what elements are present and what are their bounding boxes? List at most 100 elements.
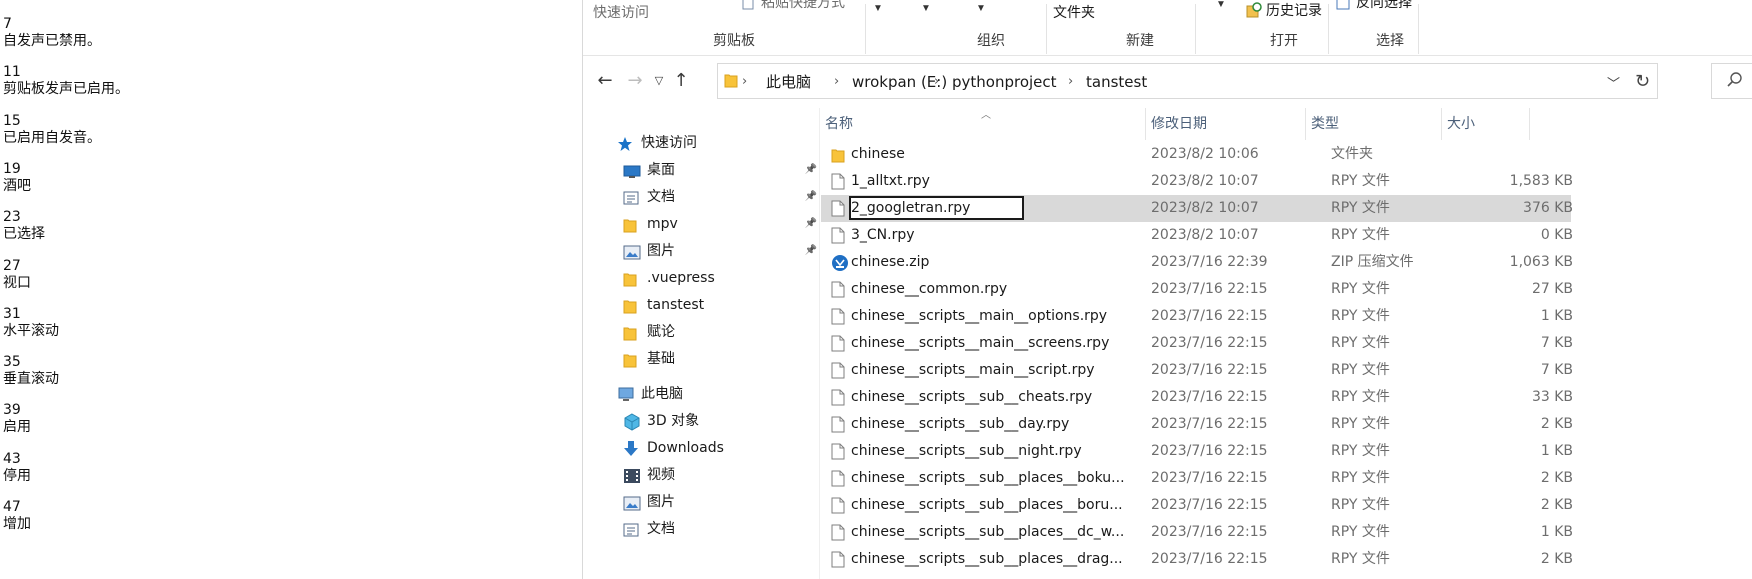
- pin-icon[interactable]: 📌: [803, 211, 819, 237]
- breadcrumb-item[interactable]: 此电脑: [766, 73, 811, 91]
- file-modified-date: 2023/7/16 22:15: [1151, 442, 1268, 459]
- address-bar[interactable]: › 此电脑 › wrokpan (E:) › pythonproject › tanstes…: [717, 63, 1629, 99]
- nav-item-label: .vuepress: [647, 270, 715, 286]
- paste-shortcut-button[interactable]: 粘贴快捷方式: [761, 0, 845, 12]
- nav-item[interactable]: 视频: [583, 462, 819, 488]
- new-item-dropdown-icon[interactable]: ▼: [1216, 0, 1226, 11]
- text-entry: 31 水平滚动: [3, 306, 59, 340]
- column-header-date[interactable]: 修改日期: [1151, 108, 1301, 140]
- file-row[interactable]: 2_googletran.rpy 2023/8/2 10:07 RPY 文件 376 …: [821, 194, 1573, 222]
- file-row[interactable]: chinese__scripts__sub__places__dc_w... 20…: [821, 519, 1573, 546]
- text-entry: 11 剪贴板发声已启用。: [3, 64, 129, 98]
- copy-to-dropdown-icon[interactable]: ▼: [921, 3, 931, 15]
- file-row[interactable]: chinese__scripts__main__screens.rpy 2023/…: [821, 330, 1573, 357]
- search-input[interactable]: [1711, 63, 1752, 99]
- quick-access-button[interactable]: 快速访问: [593, 4, 649, 22]
- file-type: RPY 文件: [1331, 334, 1390, 351]
- pin-icon[interactable]: 📌: [803, 238, 819, 264]
- file-size: 2 KB: [1540, 415, 1573, 432]
- file-name[interactable]: chinese__scripts__main__options.rpy: [851, 303, 1141, 330]
- file-name[interactable]: chinese__scripts__sub__cheats.rpy: [851, 384, 1141, 411]
- nav-item[interactable]: 此电脑: [583, 381, 819, 407]
- file-modified-date: 2023/7/16 22:15: [1151, 415, 1268, 432]
- address-history-chevron-icon[interactable]: ﹀: [1607, 73, 1620, 92]
- file-row[interactable]: chinese__scripts__sub__cheats.rpy 2023/7/…: [821, 384, 1573, 411]
- breadcrumb-separator-icon[interactable]: ›: [1068, 73, 1073, 91]
- folder-icon: [724, 72, 738, 93]
- file-name[interactable]: chinese__scripts__sub__day.rpy: [851, 411, 1141, 438]
- file-row[interactable]: chinese.zip 2023/7/16 22:39 ZIP 压缩文件 1,063 …: [821, 249, 1573, 276]
- file-name[interactable]: chinese.zip: [851, 249, 1141, 276]
- nav-item[interactable]: 文档: [583, 516, 819, 542]
- up-arrow-icon[interactable]: ↑: [669, 69, 693, 93]
- column-divider[interactable]: [1305, 108, 1306, 140]
- file-name[interactable]: chinese__common.rpy: [851, 276, 1141, 303]
- breadcrumb-separator-icon[interactable]: ›: [834, 73, 839, 91]
- file-name[interactable]: 1_alltxt.rpy: [851, 168, 1141, 195]
- invert-selection-button[interactable]: 反向选择: [1356, 0, 1412, 12]
- forward-arrow-icon[interactable]: →: [623, 69, 647, 93]
- refresh-icon[interactable]: ↻: [1628, 63, 1658, 99]
- nav-item[interactable]: 基础: [583, 346, 819, 372]
- file-row[interactable]: chinese__common.rpy 2023/7/16 22:15 RPY 文件…: [821, 276, 1573, 303]
- file-name[interactable]: chinese__scripts__main__screens.rpy: [851, 330, 1141, 357]
- file-name[interactable]: chinese__scripts__sub__places__dc_w...: [851, 519, 1141, 546]
- text-entry-text: 停用: [3, 467, 31, 484]
- file-size: 376 KB: [1523, 199, 1573, 216]
- breadcrumb-item[interactable]: tanstest: [1086, 73, 1147, 91]
- new-folder-button[interactable]: 文件夹: [1053, 4, 1095, 22]
- file-name[interactable]: chinese__scripts__sub__places__boru...: [851, 492, 1141, 519]
- column-header-type[interactable]: 类型: [1311, 108, 1441, 140]
- pin-icon[interactable]: 📌: [803, 157, 819, 183]
- nav-item[interactable]: 赋论: [583, 319, 819, 345]
- history-button[interactable]: 历史记录: [1266, 2, 1322, 20]
- nav-item[interactable]: 3D 对象: [583, 408, 819, 434]
- column-divider[interactable]: [1441, 108, 1442, 140]
- text-entry-text: 已选择: [3, 226, 45, 243]
- file-row[interactable]: chinese__scripts__main__script.rpy 2023/7…: [821, 357, 1573, 384]
- file-modified-date: 2023/8/2 10:07: [1151, 199, 1259, 216]
- recent-locations-chevron-icon[interactable]: ▽: [647, 69, 671, 93]
- file-row[interactable]: 3_CN.rpy 2023/8/2 10:07 RPY 文件 0 KB: [821, 222, 1573, 249]
- file-row[interactable]: 1_alltxt.rpy 2023/8/2 10:07 RPY 文件 1,583 KB: [821, 168, 1573, 195]
- text-entry-number: 7: [3, 16, 12, 32]
- nav-item[interactable]: Downloads: [583, 435, 819, 461]
- back-arrow-icon[interactable]: ←: [593, 69, 617, 93]
- pin-icon[interactable]: 📌: [803, 184, 819, 210]
- file-name[interactable]: chinese__scripts__sub__night.rpy: [851, 438, 1141, 465]
- file-row[interactable]: chinese__scripts__sub__places__boru... 20…: [821, 492, 1573, 519]
- file-row[interactable]: chinese 2023/8/2 10:06 文件夹: [821, 141, 1571, 168]
- nav-item[interactable]: mpv 📌: [583, 211, 819, 237]
- nav-item[interactable]: 桌面 📌: [583, 157, 819, 183]
- breadcrumb-item[interactable]: pythonproject: [952, 73, 1057, 91]
- file-name[interactable]: chinese__scripts__sub__places__drag...: [851, 546, 1141, 573]
- file-row[interactable]: chinese__scripts__sub__places__boku... 20…: [821, 465, 1573, 492]
- file-name[interactable]: chinese__scripts__sub__places__boku...: [851, 465, 1141, 492]
- rename-dropdown-icon[interactable]: ▼: [976, 3, 986, 15]
- nav-item[interactable]: 图片: [583, 489, 819, 515]
- file-row[interactable]: chinese__scripts__main__options.rpy 2023/…: [821, 303, 1573, 330]
- nav-item-label: 快速访问: [641, 135, 697, 151]
- file-row[interactable]: chinese__scripts__sub__places__drag... 20…: [821, 546, 1573, 573]
- nav-item[interactable]: tanstest: [583, 292, 819, 318]
- file-row[interactable]: chinese__scripts__sub__night.rpy 2023/7/1…: [821, 438, 1573, 465]
- address-bar-row: ← → ▽ ↑ › 此电脑 › wrokpan (E:) › pythonproject…: [583, 57, 1752, 105]
- file-row[interactable]: chinese__scripts__sub__day.rpy 2023/7/16 …: [821, 411, 1573, 438]
- breadcrumb-item[interactable]: wrokpan (E:): [852, 73, 947, 91]
- column-divider[interactable]: [1529, 108, 1530, 140]
- nav-item[interactable]: 快速访问: [583, 130, 819, 156]
- column-divider[interactable]: [1145, 108, 1146, 140]
- file-size: 27 KB: [1531, 280, 1573, 297]
- file-name[interactable]: 3_CN.rpy: [851, 222, 1141, 249]
- file-name[interactable]: chinese: [851, 141, 1141, 168]
- nav-item[interactable]: 图片 📌: [583, 238, 819, 264]
- move-to-dropdown-icon[interactable]: ▼: [873, 3, 883, 15]
- nav-item[interactable]: 文档 📌: [583, 184, 819, 210]
- column-header-name[interactable]: ︿ 名称: [825, 108, 1145, 140]
- breadcrumb-separator-icon[interactable]: ›: [934, 73, 939, 91]
- file-name[interactable]: 2_googletran.rpy: [851, 195, 1141, 222]
- search-icon: [1726, 71, 1744, 94]
- file-name[interactable]: chinese__scripts__main__script.rpy: [851, 357, 1141, 384]
- column-header-size[interactable]: 大小: [1447, 108, 1517, 140]
- nav-item[interactable]: .vuepress: [583, 265, 819, 291]
